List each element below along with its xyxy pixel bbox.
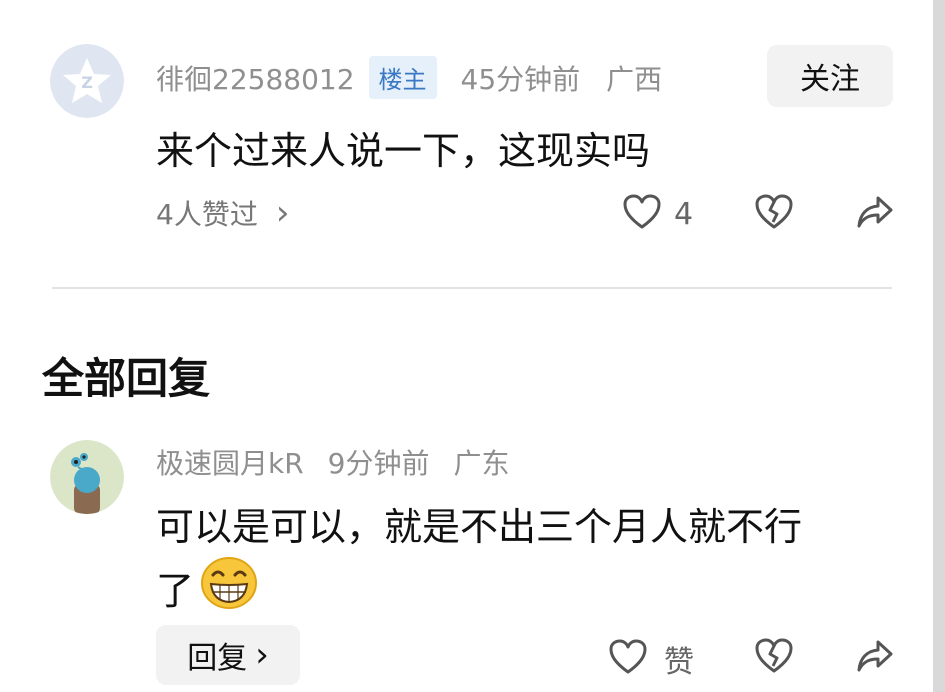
broken-heart-icon (754, 193, 794, 235)
reply-content-line2: 了 (156, 569, 195, 613)
post-dislike-button[interactable] (754, 193, 794, 235)
post-like-button[interactable]: 4 (622, 193, 693, 235)
post-location: 广西 (606, 62, 663, 96)
post-content: 来个过来人说一下，这现实吗 (156, 129, 651, 173)
grinning-emoji-icon (200, 556, 258, 619)
reply-share-button[interactable] (856, 639, 894, 677)
reply-like-label: 赞 (664, 645, 694, 680)
share-arrow-icon (856, 195, 894, 233)
post-time: 45分钟前 (460, 62, 581, 96)
heart-icon (622, 193, 662, 235)
reply-location: 广东 (453, 447, 510, 480)
reply-author-avatar[interactable] (50, 440, 124, 514)
scrollbar[interactable] (933, 0, 945, 692)
op-badge: 楼主 (368, 56, 437, 99)
reply-button[interactable]: 回复 › (156, 625, 300, 685)
heart-icon (608, 638, 648, 680)
likers-text: 4人赞过 (156, 198, 258, 231)
reply-content-line2-row: 了 (156, 556, 258, 619)
divider (52, 287, 892, 289)
post-share-button[interactable] (856, 195, 894, 233)
reply-username[interactable]: 极速圆月kR (156, 442, 304, 482)
replies-section-title: 全部回复 (42, 354, 211, 403)
reply-content-line1: 可以是可以，就是不出三个月人就不行 (156, 505, 803, 549)
post-like-count: 4 (674, 196, 694, 232)
chevron-right-icon: › (275, 193, 290, 233)
post-username[interactable]: 徘徊22588012 (156, 58, 355, 98)
reply-dislike-button[interactable] (754, 637, 794, 679)
chevron-right-icon: › (255, 635, 269, 675)
broken-heart-icon (754, 637, 794, 679)
svg-text:Z: Z (81, 73, 93, 92)
share-arrow-icon (856, 639, 894, 677)
likers-link[interactable]: 4人赞过 › (156, 193, 289, 233)
reply-like-button[interactable]: 赞 (608, 637, 694, 681)
follow-button[interactable]: 关注 (767, 45, 893, 107)
reply-time: 9分钟前 (327, 447, 430, 480)
post-meta: 徘徊22588012 楼主 45分钟前 广西 (156, 56, 662, 99)
post-author-avatar[interactable]: Z (50, 44, 124, 118)
reply-button-label: 回复 (187, 641, 248, 676)
reply-meta: 极速圆月kR 9分钟前 广东 (156, 442, 510, 482)
